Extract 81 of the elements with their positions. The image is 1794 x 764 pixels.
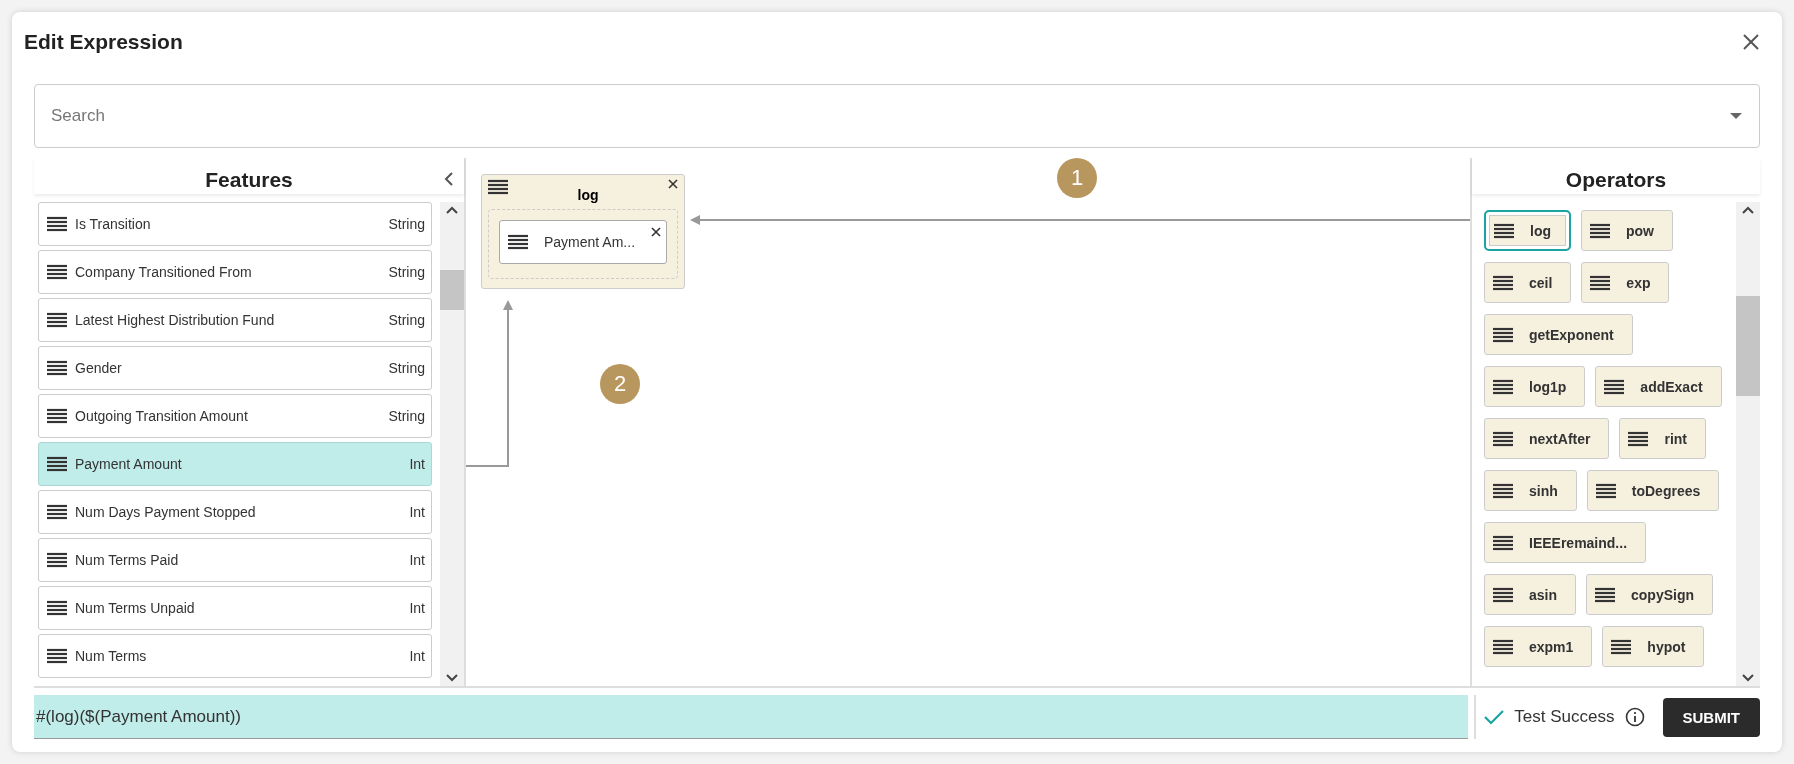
drag-handle-icon[interactable] (1590, 222, 1610, 239)
feature-item[interactable]: Payment Amount Int (38, 442, 432, 486)
operator-chip[interactable]: getExponent (1484, 314, 1633, 355)
node-label: log (577, 187, 599, 203)
feature-item[interactable]: Company Transitioned From String (38, 250, 432, 294)
drag-handle-icon[interactable] (1611, 638, 1632, 655)
submit-button[interactable]: SUBMIT (1662, 697, 1760, 737)
operator-chip[interactable]: pow (1581, 210, 1673, 251)
drag-handle-icon[interactable] (47, 360, 67, 376)
operator-chip[interactable]: nextAfter (1484, 418, 1610, 459)
node-label: Payment Am... (544, 234, 636, 250)
drag-handle-icon[interactable] (488, 179, 508, 195)
close-icon[interactable] (668, 179, 678, 189)
operator-chip[interactable]: log (1484, 210, 1571, 251)
drag-handle-icon[interactable] (47, 504, 67, 520)
drag-handle-icon[interactable] (47, 600, 67, 616)
drag-handle-icon[interactable] (47, 312, 67, 328)
drag-handle-icon[interactable] (1628, 430, 1649, 447)
operator-chip[interactable]: IEEEremaind... (1484, 522, 1647, 563)
drag-handle-icon[interactable] (1493, 274, 1513, 291)
operator-chip[interactable]: hypot (1602, 626, 1705, 667)
drag-handle-icon[interactable] (1493, 586, 1513, 603)
step-marker: 1 (1057, 158, 1097, 198)
operator-chip[interactable]: copySign (1586, 574, 1714, 615)
feature-item[interactable]: Num Terms Paid Int (38, 538, 432, 582)
scroll-up-icon[interactable] (1742, 206, 1754, 214)
drag-handle-icon[interactable] (47, 648, 67, 664)
collapse-chevron-icon[interactable] (444, 172, 454, 186)
feature-item[interactable]: Num Days Payment Stopped Int (38, 490, 432, 534)
drag-handle-icon[interactable] (1493, 482, 1513, 499)
operator-chip[interactable]: asin (1484, 574, 1576, 615)
operator-chip[interactable]: ceil (1484, 262, 1572, 303)
feature-item[interactable]: Outgoing Transition Amount String (38, 394, 432, 438)
scrollbar-thumb[interactable] (440, 270, 464, 310)
operator-chip[interactable]: exp (1581, 262, 1670, 303)
drag-handle-icon[interactable] (508, 234, 528, 250)
feature-node[interactable]: Payment Am... (499, 220, 667, 264)
operator-chip[interactable]: sinh (1484, 470, 1577, 511)
drag-handle-icon[interactable] (1493, 378, 1513, 395)
scrollbar-thumb[interactable] (1736, 296, 1760, 396)
panel-title: Operators (1565, 168, 1667, 192)
feature-item[interactable]: Latest Highest Distribution Fund String (38, 298, 432, 342)
feature-item[interactable]: Gender String (38, 346, 432, 390)
feature-item[interactable]: Num Terms Unpaid Int (38, 586, 432, 630)
scroll-up-icon[interactable] (446, 206, 458, 214)
drag-handle-icon[interactable] (47, 216, 67, 232)
scroll-down-icon[interactable] (446, 674, 458, 682)
drag-handle-icon[interactable] (1494, 222, 1514, 239)
drag-handle-icon[interactable] (1493, 326, 1513, 343)
close-icon[interactable] (1742, 33, 1760, 51)
drag-handle-icon[interactable] (1590, 274, 1611, 291)
operator-chip[interactable]: log1p (1484, 366, 1586, 407)
info-icon[interactable] (1624, 707, 1645, 727)
scroll-down-icon[interactable] (1742, 674, 1754, 682)
scrollbar[interactable] (440, 202, 464, 686)
expression-field[interactable]: #(log)($(Payment Amount)) (34, 695, 1469, 739)
operator-chip[interactable]: expm1 (1484, 626, 1593, 667)
dialog-title: Edit Expression (24, 30, 183, 54)
drag-handle-icon[interactable] (1604, 378, 1625, 395)
drag-handle-icon[interactable] (47, 264, 67, 280)
drag-handle-icon[interactable] (47, 552, 67, 568)
drag-handle-icon[interactable] (1595, 482, 1616, 499)
scrollbar[interactable] (1736, 202, 1760, 686)
drag-handle-icon[interactable] (1493, 534, 1513, 551)
feature-item[interactable]: Is Transition String (38, 202, 432, 246)
operator-node[interactable]: log Payment Am... (481, 174, 685, 289)
test-status: Test Success (1514, 707, 1615, 727)
drag-handle-icon[interactable] (1493, 638, 1513, 655)
drag-handle-icon[interactable] (47, 408, 67, 424)
feature-item[interactable]: Num Terms Int (38, 634, 432, 678)
search-field[interactable]: Search (34, 84, 1760, 148)
drag-handle-icon[interactable] (1493, 430, 1513, 447)
drag-handle-icon[interactable] (1595, 586, 1615, 603)
dropdown-caret-icon[interactable] (1730, 113, 1742, 119)
drag-handle-icon[interactable] (47, 456, 67, 472)
close-icon[interactable] (651, 227, 661, 237)
step-marker: 2 (600, 364, 640, 404)
panel-title: Features (205, 168, 293, 192)
operator-chip[interactable]: rint (1619, 418, 1707, 459)
operator-chip[interactable]: addExact (1595, 366, 1722, 407)
operator-chip[interactable]: toDegrees (1586, 470, 1720, 511)
